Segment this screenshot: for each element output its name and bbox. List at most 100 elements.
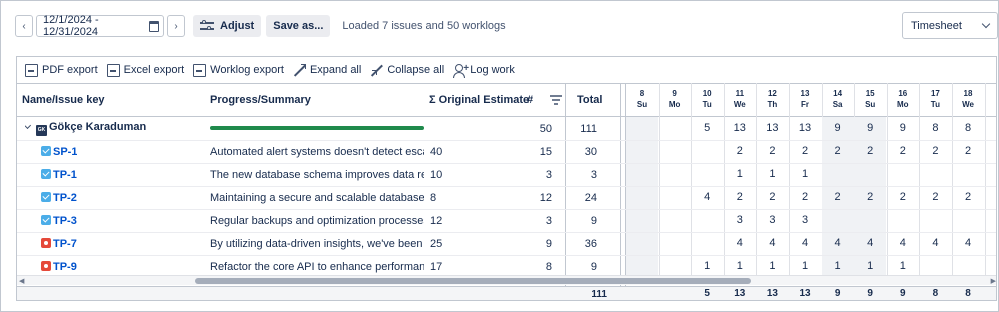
day-hours-cell[interactable]: 2	[887, 186, 919, 209]
day-header[interactable]: 14 Sa	[822, 83, 854, 116]
day-hours-cell[interactable]	[626, 140, 658, 163]
issue-row[interactable]: TP-2 Maintaining a secure and scalable da…	[17, 186, 625, 209]
prev-period-button[interactable]: ‹	[15, 15, 33, 37]
day-hours-cell[interactable]: 9	[887, 287, 919, 300]
day-hours-cell[interactable]: 8	[919, 117, 951, 140]
day-hours-cell[interactable]	[626, 163, 658, 186]
scroll-right-icon[interactable]: ▶	[991, 277, 996, 285]
day-hours-cell[interactable]: 9	[854, 287, 886, 300]
column-header-estimate[interactable]: Σ Original Estimate	[429, 83, 529, 116]
issue-row[interactable]: TP-3 Regular backups and optimization pro…	[17, 209, 625, 232]
day-hours-cell[interactable]	[887, 209, 919, 232]
worklog-export-button[interactable]: Worklog export	[193, 63, 284, 77]
group-row[interactable]: GK Gökçe Karaduman 50 111	[17, 117, 625, 140]
day-hours-cell[interactable]	[691, 163, 723, 186]
scroll-left-icon[interactable]: ◀	[19, 277, 24, 285]
day-hours-cell[interactable]	[822, 209, 854, 232]
day-hours-cell[interactable]: 8	[952, 287, 984, 300]
issue-row[interactable]: TP-1 The new database schema improves dat…	[17, 163, 625, 186]
day-hours-cell[interactable]: 1	[724, 163, 756, 186]
day-hours-cell[interactable]	[659, 209, 691, 232]
day-hours-cell[interactable]: 2	[789, 140, 821, 163]
day-hours-cell[interactable]	[919, 209, 951, 232]
day-hours-cell[interactable]: 13	[756, 117, 788, 140]
day-hours-cell[interactable]	[691, 140, 723, 163]
issue-key-link[interactable]: TP-1	[41, 168, 77, 181]
excel-export-button[interactable]: Excel export	[106, 63, 184, 77]
log-work-button[interactable]: + Log work	[453, 63, 515, 78]
filter-icon[interactable]	[550, 83, 562, 116]
issue-key-link[interactable]: TP-7	[41, 237, 77, 250]
day-hours-cell[interactable]	[626, 186, 658, 209]
day-hours-cell[interactable]	[887, 163, 919, 186]
collapse-all-button[interactable]: Collapse all	[370, 64, 444, 77]
day-hours-cell[interactable]: 3	[789, 209, 821, 232]
day-hours-cell[interactable]	[659, 186, 691, 209]
day-hours-cell[interactable]: 2	[887, 140, 919, 163]
day-hours-cell[interactable]	[626, 287, 658, 300]
day-hours-cell[interactable]: 2	[919, 186, 951, 209]
day-header[interactable]: 15 Su	[854, 83, 886, 116]
adjust-button[interactable]: Adjust	[193, 15, 262, 37]
day-hours-cell[interactable]: 2	[952, 140, 984, 163]
chevron-down-icon[interactable]	[25, 121, 32, 130]
pdf-export-button[interactable]: PDF export	[25, 63, 98, 77]
day-hours-cell[interactable]	[659, 232, 691, 255]
calendar-icon[interactable]	[148, 20, 159, 32]
day-hours-cell[interactable]	[691, 232, 723, 255]
day-hours-cell[interactable]	[626, 117, 658, 140]
day-header[interactable]: 17 Tu	[919, 83, 951, 116]
day-header[interactable]: 16 Mo	[887, 83, 919, 116]
scroll-thumb[interactable]	[195, 278, 751, 284]
day-header[interactable]: 11 We	[724, 83, 756, 116]
day-hours-cell[interactable]	[919, 163, 951, 186]
day-hours-cell[interactable]	[626, 209, 658, 232]
day-hours-cell[interactable]: 2	[789, 186, 821, 209]
day-hours-cell[interactable]	[854, 163, 886, 186]
day-hours-cell[interactable]: 2	[919, 140, 951, 163]
day-hours-cell[interactable]: 2	[756, 140, 788, 163]
day-hours-cell[interactable]: 3	[724, 209, 756, 232]
day-hours-cell[interactable]: 3	[756, 209, 788, 232]
issue-key-link[interactable]: TP-9	[41, 260, 77, 273]
day-header[interactable]: 10 Tu	[691, 83, 723, 116]
day-hours-cell[interactable]: 8	[952, 117, 984, 140]
column-header-name[interactable]: Name/Issue key	[22, 83, 105, 116]
group-name[interactable]: GK Gökçe Karaduman	[25, 121, 146, 136]
day-hours-cell[interactable]: 2	[822, 140, 854, 163]
day-hours-cell[interactable]: 13	[789, 117, 821, 140]
day-hours-cell[interactable]: 2	[854, 186, 886, 209]
day-hours-cell[interactable]: 2	[952, 186, 984, 209]
day-hours-cell[interactable]	[626, 232, 658, 255]
day-hours-cell[interactable]: 13	[724, 287, 756, 300]
day-hours-cell[interactable]: 4	[887, 232, 919, 255]
view-select[interactable]: Timesheet	[902, 12, 998, 39]
column-header-count[interactable]: #	[527, 83, 533, 116]
issue-key-link[interactable]: TP-2	[41, 191, 77, 204]
day-hours-cell[interactable]: 4	[691, 186, 723, 209]
day-hours-cell[interactable]: 13	[756, 287, 788, 300]
day-hours-cell[interactable]: 5	[691, 287, 723, 300]
column-header-summary[interactable]: Progress/Summary	[210, 83, 311, 116]
issue-key-link[interactable]: TP-3	[41, 214, 77, 227]
day-hours-cell[interactable]: 9	[822, 287, 854, 300]
issue-key-link[interactable]: SP-1	[41, 145, 77, 158]
day-hours-cell[interactable]: 4	[919, 232, 951, 255]
day-header[interactable]: 13 Fr	[789, 83, 821, 116]
day-hours-cell[interactable]	[691, 209, 723, 232]
day-hours-cell[interactable]: 13	[724, 117, 756, 140]
day-header[interactable]: 18 We	[952, 83, 984, 116]
day-hours-cell[interactable]: 13	[789, 287, 821, 300]
day-header[interactable]: 9 Mo	[659, 83, 691, 116]
day-hours-cell[interactable]	[659, 287, 691, 300]
day-hours-cell[interactable]: 2	[724, 140, 756, 163]
day-hours-cell[interactable]: 8	[919, 287, 951, 300]
day-hours-cell[interactable]: 1	[756, 163, 788, 186]
issue-row[interactable]: SP-1 Automated alert systems doesn't dete…	[17, 140, 625, 163]
column-header-total[interactable]: Total	[577, 83, 602, 116]
day-hours-cell[interactable]: 4	[854, 232, 886, 255]
day-hours-cell[interactable]: 4	[952, 232, 984, 255]
day-hours-cell[interactable]	[659, 163, 691, 186]
day-hours-cell[interactable]: 2	[724, 186, 756, 209]
day-hours-cell[interactable]	[659, 117, 691, 140]
